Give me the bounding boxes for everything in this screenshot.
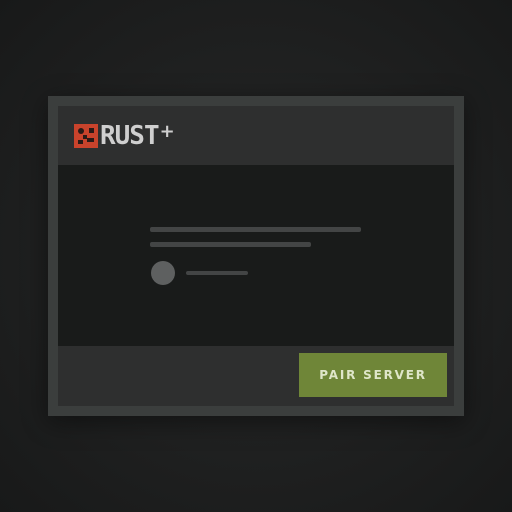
dialog-inner: RUST + PAIR SERVER bbox=[58, 106, 454, 406]
logo-plus: + bbox=[159, 120, 175, 142]
skeleton-avatar bbox=[151, 261, 175, 285]
dialog-header: RUST + bbox=[58, 106, 454, 165]
rust-plus-logo: RUST + bbox=[74, 120, 175, 151]
skeleton-title-line bbox=[150, 227, 361, 232]
skeleton-subtitle-line bbox=[150, 242, 311, 247]
pair-server-button[interactable]: PAIR SERVER bbox=[299, 353, 447, 397]
skeleton-meta-line bbox=[186, 271, 248, 275]
pairing-dialog: RUST + PAIR SERVER bbox=[48, 96, 464, 416]
rust-logo-icon bbox=[74, 124, 98, 148]
server-info-placeholder bbox=[58, 165, 454, 346]
logo-text: RUST bbox=[100, 121, 160, 151]
dialog-footer: PAIR SERVER bbox=[58, 346, 454, 406]
